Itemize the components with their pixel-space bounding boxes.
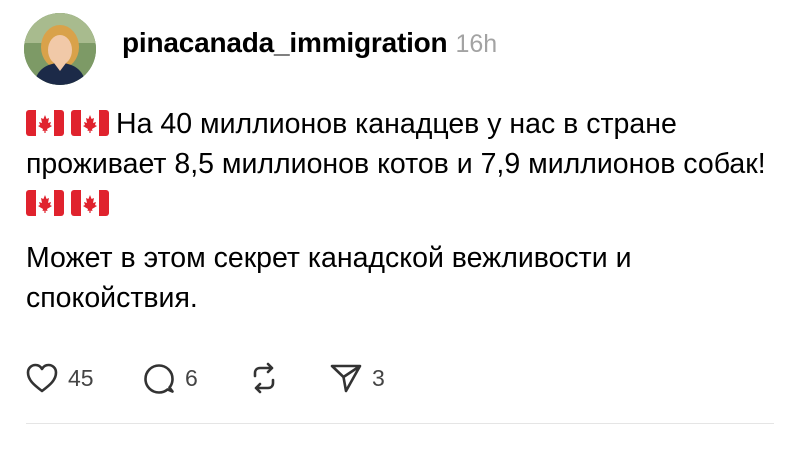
username[interactable]: pinacanada_immigration: [122, 27, 448, 59]
share-count: 3: [372, 364, 385, 391]
send-icon: [328, 360, 364, 396]
like-count: 45: [68, 364, 94, 391]
post-timestamp: 16h: [455, 30, 498, 58]
name-row: pinacanada_immigration 16h: [122, 27, 497, 59]
thread-post: pinacanada_immigration 16h На 40 миллион…: [0, 0, 800, 451]
reply-count: 6: [185, 364, 198, 391]
canada-flag-icon: [26, 110, 64, 136]
comment-icon: [141, 360, 177, 396]
divider: [26, 423, 774, 424]
avatar[interactable]: [24, 13, 96, 85]
repost-button[interactable]: [246, 360, 328, 396]
post-header: pinacanada_immigration 16h: [24, 13, 497, 85]
canada-flag-icon: [26, 190, 64, 216]
reply-button[interactable]: 6: [141, 360, 246, 396]
heart-icon: [24, 360, 60, 396]
post-actions: 45 6 3: [24, 358, 398, 398]
post-paragraph-2: Может в этом секрет канадской вежливости…: [26, 242, 632, 314]
post-text-1: На 40 миллионов канадцев у нас в стране …: [26, 108, 766, 180]
like-button[interactable]: 45: [24, 360, 141, 396]
repost-icon: [246, 360, 282, 396]
canada-flag-icon: [71, 190, 109, 216]
post-paragraph-1: На 40 миллионов канадцев у нас в стране …: [26, 104, 776, 224]
post-body: На 40 миллионов канадцев у нас в стране …: [26, 104, 776, 318]
canada-flag-icon: [71, 110, 109, 136]
share-button[interactable]: 3: [328, 360, 398, 396]
